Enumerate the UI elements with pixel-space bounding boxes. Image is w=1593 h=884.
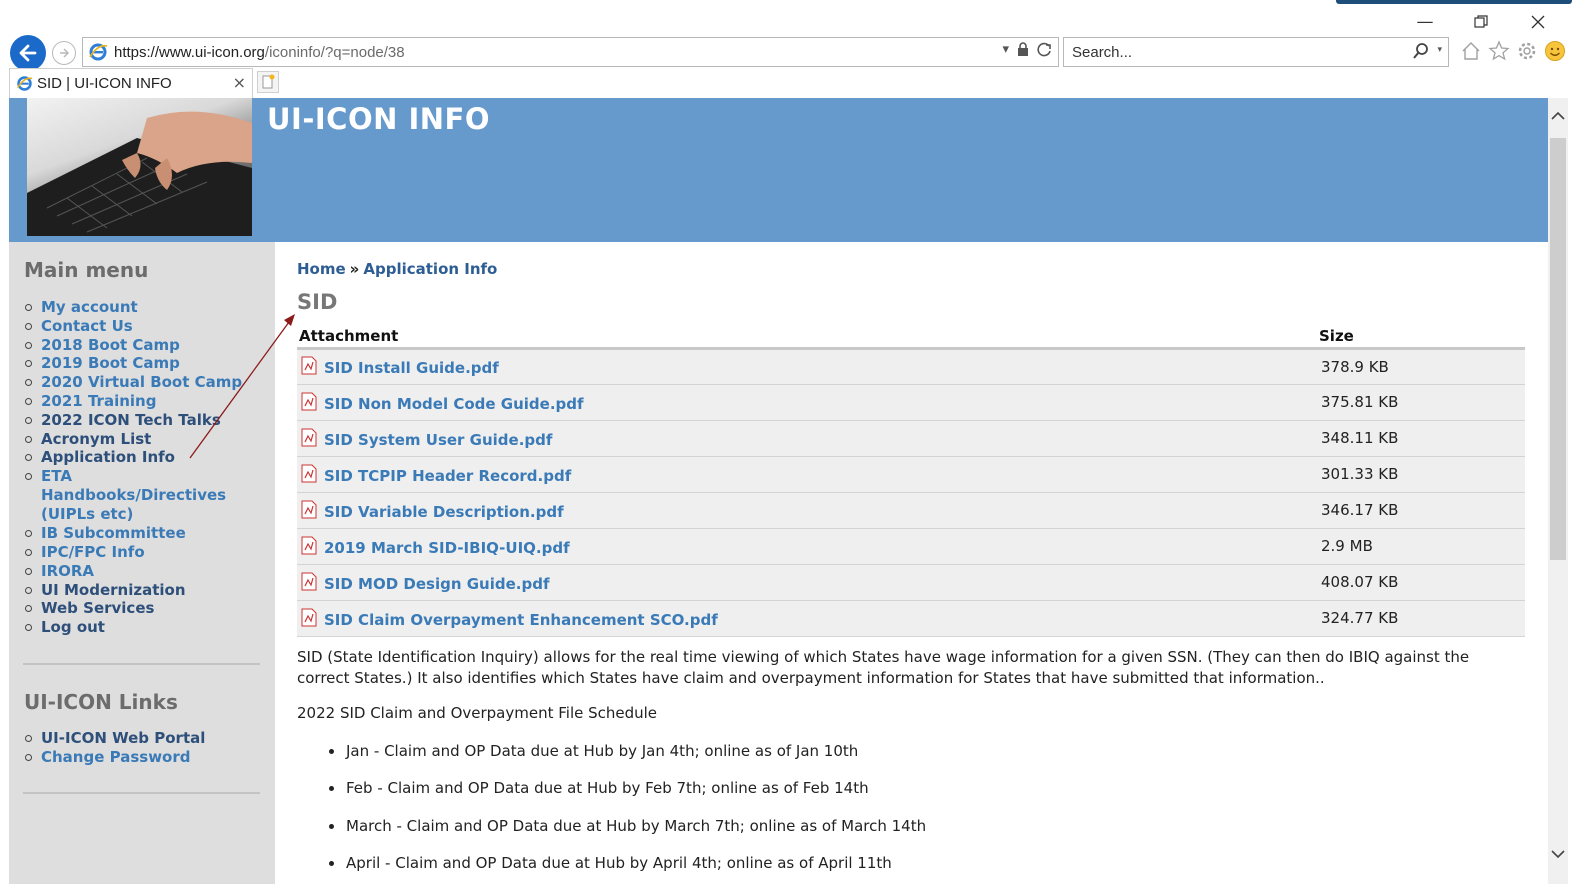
list-item: Jan - Claim and OP Data due at Hub by Ja… bbox=[329, 742, 926, 779]
restore-button[interactable] bbox=[1461, 8, 1501, 36]
pdf-file-icon bbox=[301, 608, 317, 626]
menu-item-eta-line2: Handbooks/Directives bbox=[41, 486, 227, 505]
search-input[interactable] bbox=[1072, 43, 1392, 61]
refresh-icon[interactable] bbox=[1037, 42, 1052, 57]
breadcrumb-separator: » bbox=[349, 260, 360, 278]
close-window-button[interactable] bbox=[1518, 8, 1558, 36]
new-tab-icon bbox=[262, 74, 275, 89]
links-list: UI-ICON Web Portal Change Password bbox=[24, 729, 205, 767]
address-bar[interactable]: https://www.ui-icon.org/iconinfo/?q=node… bbox=[82, 37, 1059, 67]
attachment-link[interactable]: 2019 March SID-IBIQ-UIQ.pdf bbox=[324, 539, 570, 557]
ie-logo-icon bbox=[89, 43, 108, 61]
table-row: 2019 March SID-IBIQ-UIQ.pdf 2.9 MB bbox=[297, 528, 1525, 565]
menu-item-log-out[interactable]: Log out bbox=[24, 618, 242, 637]
breadcrumb-application-info-link[interactable]: Application Info bbox=[363, 260, 497, 278]
list-item: April - Claim and OP Data due at Hub by … bbox=[329, 854, 926, 884]
file-size: 378.9 KB bbox=[1317, 348, 1525, 385]
tab-ie-icon bbox=[17, 76, 33, 91]
menu-item-web-services[interactable]: Web Services bbox=[24, 599, 242, 618]
menu-item-ipc-fpc-info[interactable]: IPC/FPC Info bbox=[24, 543, 242, 562]
lock-icon[interactable] bbox=[1017, 42, 1029, 57]
settings-gear-icon[interactable] bbox=[1516, 40, 1538, 62]
file-size: 301.33 KB bbox=[1317, 456, 1525, 493]
size-column-header: Size bbox=[1317, 326, 1525, 350]
url-host: https://www.ui-icon.org bbox=[114, 43, 265, 61]
menu-item-irora[interactable]: IRORA bbox=[24, 562, 242, 581]
address-dropdown-icon[interactable]: ▾ bbox=[1002, 42, 1009, 57]
table-row: SID Variable Description.pdf 346.17 KB bbox=[297, 492, 1525, 529]
search-bar[interactable]: ▾ bbox=[1063, 37, 1449, 67]
sid-description: SID (State Identification Inquiry) allow… bbox=[297, 648, 1470, 687]
table-row: SID Install Guide.pdf 378.9 KB bbox=[297, 348, 1525, 385]
list-item: Feb - Claim and OP Data due at Hub by Fe… bbox=[329, 779, 926, 816]
home-icon[interactable] bbox=[1460, 40, 1482, 62]
search-icon[interactable] bbox=[1412, 42, 1430, 62]
sidebar-divider bbox=[23, 663, 260, 665]
pdf-file-icon bbox=[301, 536, 317, 554]
pdf-file-icon bbox=[301, 572, 317, 590]
file-size: 408.07 KB bbox=[1317, 564, 1525, 601]
url-path: /iconinfo/?q=node/38 bbox=[264, 43, 405, 61]
title-bar-accent bbox=[1336, 0, 1572, 4]
file-size: 346.17 KB bbox=[1317, 492, 1525, 529]
table-row: SID System User Guide.pdf 348.11 KB bbox=[297, 420, 1525, 457]
close-icon bbox=[1531, 15, 1545, 29]
menu-item-eta-line3: (UIPLs etc) bbox=[41, 505, 134, 524]
menu-item-ib-subcommittee[interactable]: IB Subcommittee bbox=[24, 524, 242, 543]
new-tab-button[interactable] bbox=[257, 71, 279, 93]
forward-button[interactable] bbox=[52, 41, 76, 65]
arrow-right-icon bbox=[60, 48, 70, 58]
file-size: 375.81 KB bbox=[1317, 384, 1525, 421]
scrollbar-thumb[interactable] bbox=[1550, 138, 1566, 560]
sidebar-divider-bottom bbox=[23, 792, 260, 794]
attachment-column-header: Attachment bbox=[297, 326, 1317, 350]
smiley-feedback-icon[interactable] bbox=[1544, 40, 1566, 62]
back-button[interactable] bbox=[10, 35, 46, 71]
arrow-left-icon bbox=[19, 44, 37, 62]
schedule-list: Jan - Claim and OP Data due at Hub by Ja… bbox=[329, 742, 926, 884]
link-ui-icon-web-portal[interactable]: UI-ICON Web Portal bbox=[24, 729, 205, 748]
file-size: 348.11 KB bbox=[1317, 420, 1525, 457]
browser-tab[interactable]: SID | UI-ICON INFO × bbox=[9, 68, 253, 98]
attachment-link[interactable]: SID MOD Design Guide.pdf bbox=[324, 575, 549, 593]
table-row: SID MOD Design Guide.pdf 408.07 KB bbox=[297, 564, 1525, 601]
file-size: 2.9 MB bbox=[1317, 528, 1525, 565]
schedule-title: 2022 SID Claim and Overpayment File Sche… bbox=[297, 704, 658, 722]
list-item: March - Claim and OP Data due at Hub by … bbox=[329, 817, 926, 854]
scroll-up-icon[interactable] bbox=[1550, 108, 1566, 124]
minimize-button[interactable]: — bbox=[1405, 8, 1445, 36]
file-size: 324.77 KB bbox=[1317, 600, 1525, 637]
attachments-table: Attachment Size SID Install Guide.pdf 37… bbox=[297, 326, 1525, 637]
attachment-link[interactable]: SID Variable Description.pdf bbox=[324, 503, 564, 521]
table-row: SID TCPIP Header Record.pdf 301.33 KB bbox=[297, 456, 1525, 493]
url-text[interactable]: https://www.ui-icon.org/iconinfo/?q=node… bbox=[114, 44, 405, 61]
table-row: SID Non Model Code Guide.pdf 375.81 KB bbox=[297, 384, 1525, 421]
attachment-link[interactable]: SID Non Model Code Guide.pdf bbox=[324, 395, 584, 413]
favorites-star-icon[interactable] bbox=[1488, 40, 1510, 62]
links-heading: UI-ICON Links bbox=[24, 690, 178, 714]
attachment-link[interactable]: SID Claim Overpayment Enhancement SCO.pd… bbox=[324, 611, 718, 629]
table-row: SID Claim Overpayment Enhancement SCO.pd… bbox=[297, 600, 1525, 637]
menu-item-ui-modernization[interactable]: UI Modernization bbox=[24, 581, 242, 600]
annotation-arrow bbox=[189, 314, 295, 459]
attachment-link[interactable]: SID Install Guide.pdf bbox=[324, 359, 499, 377]
vertical-scrollbar[interactable] bbox=[1548, 98, 1568, 884]
page-viewport: UI-ICON INFO Main menu My account Contac… bbox=[9, 98, 1548, 884]
restore-icon bbox=[1474, 15, 1488, 28]
attachment-link[interactable]: SID TCPIP Header Record.pdf bbox=[324, 467, 571, 485]
pdf-file-icon bbox=[301, 500, 317, 518]
tab-title: SID | UI-ICON INFO bbox=[37, 75, 172, 92]
search-dropdown-icon[interactable]: ▾ bbox=[1437, 45, 1442, 55]
attachment-link[interactable]: SID System User Guide.pdf bbox=[324, 431, 552, 449]
scroll-down-icon[interactable] bbox=[1550, 846, 1566, 862]
link-change-password[interactable]: Change Password bbox=[24, 748, 205, 767]
tab-close-icon[interactable]: × bbox=[233, 73, 246, 92]
